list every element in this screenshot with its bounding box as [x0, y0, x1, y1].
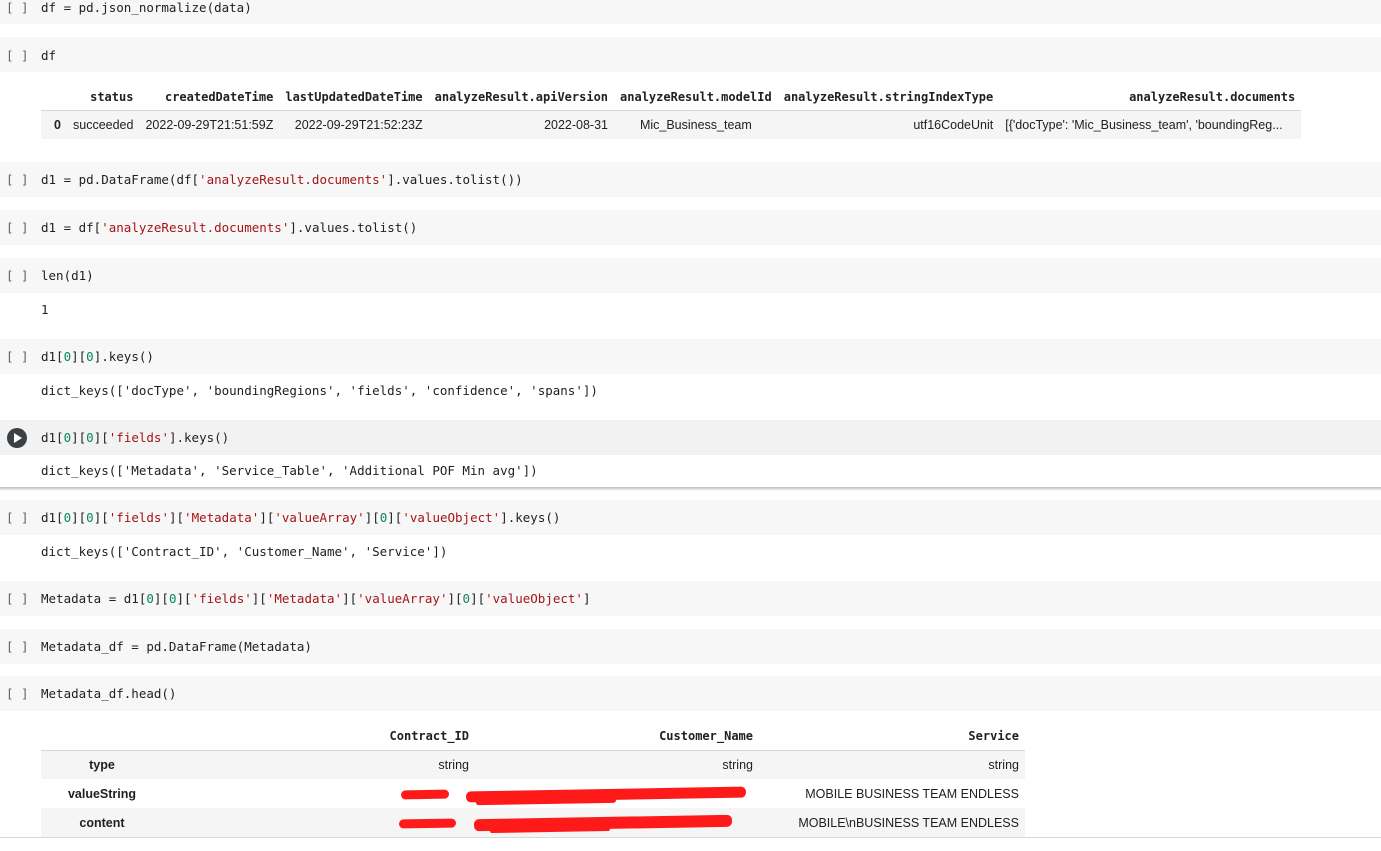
row-index: type: [89, 757, 115, 772]
cell-bracket[interactable]: [ ]: [6, 220, 30, 235]
cell-code[interactable]: d1[0][0].keys(): [41, 349, 154, 364]
cell-code[interactable]: d1 = pd.DataFrame(df['analyzeResult.docu…: [41, 172, 523, 187]
play-icon[interactable]: [7, 428, 27, 448]
table-cell: string: [438, 757, 469, 772]
row-index: content: [79, 815, 125, 830]
cell-code[interactable]: d1[0][0]['fields']['Metadata']['valueArr…: [41, 510, 560, 525]
table-cell: 2022-09-29T21:52:23Z: [294, 117, 423, 132]
table-cell: succeeded: [73, 117, 134, 132]
table-cell: string: [988, 757, 1019, 772]
cell-bracket[interactable]: [ ]: [6, 639, 30, 654]
table-cell: Mic_Business_team: [639, 117, 752, 132]
code-cell-10[interactable]: [ ] Metadata_df = pd.DataFrame(Metadata): [0, 629, 1381, 664]
cell-bracket[interactable]: [ ]: [6, 349, 30, 364]
cell-code[interactable]: Metadata_df = pd.DataFrame(Metadata): [41, 639, 312, 654]
cell-code[interactable]: Metadata = d1[0][0]['fields']['Metadata'…: [41, 591, 591, 606]
cell-output: dict_keys(['Metadata', 'Service_Table', …: [41, 463, 538, 478]
redaction-mark: [398, 818, 457, 829]
cell-output: dict_keys(['docType', 'boundingRegions',…: [41, 383, 598, 398]
cell-divider-shadow: [0, 487, 1381, 491]
cell-bracket[interactable]: [ ]: [6, 48, 30, 63]
index-header: [41, 84, 67, 111]
table-cell: string: [722, 757, 753, 772]
column-header: analyzeResult.modelId: [614, 84, 778, 111]
column-header: Customer_Name: [475, 722, 759, 751]
row-index: 0: [54, 117, 61, 132]
table-row: type string string string: [41, 750, 1025, 779]
code-cell-6[interactable]: [ ] d1[0][0].keys(): [0, 339, 1381, 374]
cell-bracket[interactable]: [ ]: [6, 591, 30, 606]
table-cell: MOBILE\nBUSINESS TEAM ENDLESS: [798, 815, 1019, 830]
cell-bracket[interactable]: [ ]: [6, 686, 30, 701]
cell-bracket[interactable]: [ ]: [6, 172, 30, 187]
code-cell-3[interactable]: [ ] d1 = pd.DataFrame(df['analyzeResult.…: [0, 162, 1381, 197]
code-cell-7-active[interactable]: d1[0][0]['fields'].keys(): [0, 420, 1381, 455]
df-output-table: status createdDateTime lastUpdatedDateTi…: [41, 84, 1302, 139]
column-header: createdDateTime: [139, 84, 280, 111]
column-header: analyzeResult.documents: [999, 84, 1302, 111]
cell-code[interactable]: Metadata_df.head(): [41, 686, 176, 701]
cell-output: 1: [41, 302, 49, 317]
table-cell: 2022-08-31: [544, 117, 609, 132]
table-cell: [{'docType': 'Mic_Business_team', 'bound…: [1005, 117, 1283, 132]
column-header: analyzeResult.apiVersion: [428, 84, 615, 111]
table-cell: utf16CodeUnit: [913, 117, 994, 132]
code-cell-5[interactable]: [ ] len(d1): [0, 258, 1381, 293]
column-header: Contract_ID: [163, 722, 475, 751]
table-cell: 2022-09-29T21:51:59Z: [145, 117, 274, 132]
cell-bracket[interactable]: [ ]: [6, 510, 30, 525]
cell-code[interactable]: d1 = df['analyzeResult.documents'].value…: [41, 220, 417, 235]
table-header-row: status createdDateTime lastUpdatedDateTi…: [41, 84, 1302, 111]
cell-output: dict_keys(['Contract_ID', 'Customer_Name…: [41, 544, 448, 559]
redaction-mark: [400, 789, 450, 800]
table-row: 0 succeeded 2022-09-29T21:51:59Z 2022-09…: [41, 110, 1302, 139]
cell-bracket[interactable]: [ ]: [6, 268, 30, 283]
table-header-row: Contract_ID Customer_Name Service: [41, 722, 1025, 751]
row-index: valueString: [67, 786, 137, 801]
bottom-divider: [0, 837, 1381, 838]
column-header: lastUpdatedDateTime: [279, 84, 429, 111]
cell-code[interactable]: d1[0][0]['fields'].keys(): [41, 430, 229, 445]
code-cell-1[interactable]: [ ] df = pd.json_normalize(data): [0, 0, 1381, 24]
column-header: Service: [759, 722, 1025, 751]
cell-code[interactable]: len(d1): [41, 268, 94, 283]
code-cell-2[interactable]: [ ] df: [0, 37, 1381, 72]
cell-code[interactable]: df = pd.json_normalize(data): [41, 0, 252, 15]
column-header: analyzeResult.stringIndexType: [777, 84, 1000, 111]
code-cell-8[interactable]: [ ] d1[0][0]['fields']['Metadata']['valu…: [0, 500, 1381, 535]
code-cell-11[interactable]: [ ] Metadata_df.head(): [0, 676, 1381, 711]
column-header: status: [67, 84, 140, 111]
code-cell-4[interactable]: [ ] d1 = df['analyzeResult.documents'].v…: [0, 210, 1381, 245]
cell-code[interactable]: df: [41, 48, 56, 63]
table-cell: MOBILE BUSINESS TEAM ENDLESS: [805, 786, 1019, 801]
code-cell-9[interactable]: [ ] Metadata = d1[0][0]['fields']['Metad…: [0, 581, 1381, 616]
cell-bracket[interactable]: [ ]: [6, 0, 30, 15]
index-header: [41, 722, 163, 751]
